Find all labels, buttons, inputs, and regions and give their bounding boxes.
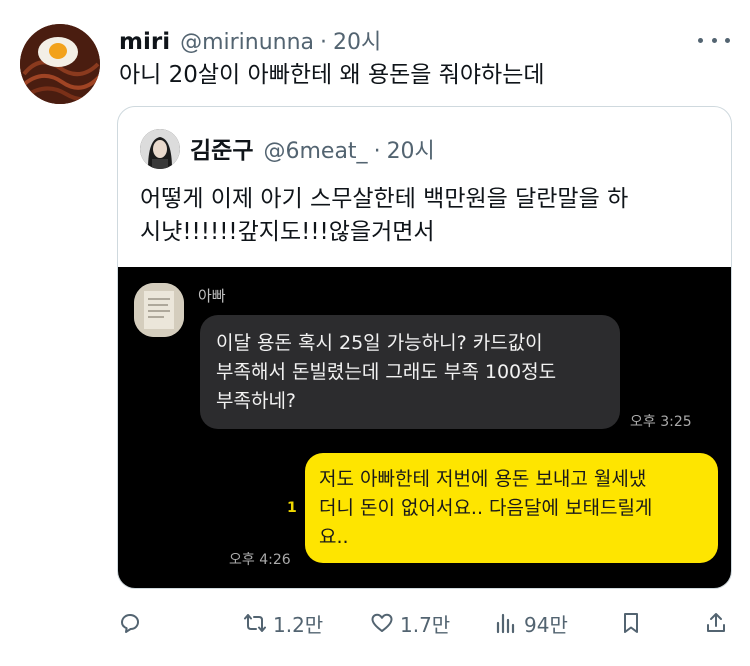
incoming-message-line: 이달 용돈 혹시 25일 가능하니? 카드값이: [216, 332, 543, 354]
user-handle[interactable]: @mirinunna: [180, 30, 314, 55]
outgoing-message-line: 더니 돈이 없어서요.. 다음달에 보태드릴게: [319, 497, 653, 519]
share-button[interactable]: [704, 606, 728, 640]
reply-icon: [121, 614, 139, 633]
avatar-image: [20, 24, 100, 104]
outgoing-message-line: 요..: [319, 526, 349, 548]
tweet-action-bar: 1.2만 1.7만 94만: [0, 606, 750, 640]
tweet-time[interactable]: 20시: [333, 24, 381, 56]
tweet-header: miri @mirinunna · 20시: [119, 24, 381, 56]
more-dot: [711, 37, 717, 43]
bookmark-button[interactable]: [619, 606, 643, 640]
chat-screenshot-image[interactable]: 아빠 이달 용돈 혹시 25일 가능하니? 카드값이 부족해서 돈빌렸는데 그래…: [118, 267, 731, 588]
more-dot: [725, 37, 730, 43]
chat-sender-name: 아빠: [198, 287, 226, 305]
incoming-message-line: 부족해서 돈빌렸는데 그래도 부족 100정도: [216, 361, 557, 383]
display-name[interactable]: miri: [119, 29, 170, 55]
incoming-message-line: 부족하네?: [216, 390, 297, 412]
outgoing-message-line: 저도 아빠한테 저번에 용돈 보내고 월세냈: [319, 468, 647, 490]
chat-sender-avatar-image: [134, 283, 184, 337]
retweet-icon: [244, 614, 266, 632]
like-button[interactable]: 1.7만: [370, 606, 450, 640]
incoming-message-bubble: 이달 용돈 혹시 25일 가능하니? 카드값이 부족해서 돈빌렸는데 그래도 부…: [200, 315, 620, 429]
heart-icon: [371, 613, 393, 632]
views-icon: [496, 613, 515, 634]
chat-sender-avatar: [134, 283, 184, 337]
quote-avatar-image: [140, 129, 180, 169]
more-options-icon[interactable]: [698, 30, 730, 50]
quote-text: 어떻게 이제 아기 스무살한테 백만원을 달란말을 하 시냣!!!!!!갚지도!…: [140, 183, 720, 249]
quote-display-name[interactable]: 김준구: [190, 131, 253, 165]
tweet-text: 아니 20살이 아빠한테 왜 용돈을 줘야하는데: [119, 62, 545, 88]
more-dot: [698, 37, 703, 43]
reply-button[interactable]: [118, 606, 142, 640]
separator-dot: ·: [373, 139, 381, 164]
quote-header: 김준구 @6meat_ · 20시: [190, 131, 435, 165]
outgoing-message-time: 오후 4:26: [229, 552, 291, 568]
unread-count: 1: [287, 500, 297, 516]
views-button[interactable]: 94만: [494, 606, 568, 640]
like-count: 1.7만: [400, 612, 451, 637]
outgoing-message-bubble: 저도 아빠한테 저번에 용돈 보내고 월세냈 더니 돈이 없어서요.. 다음달에…: [305, 453, 718, 563]
retweet-count: 1.2만: [273, 612, 324, 637]
separator-dot: ·: [320, 30, 328, 55]
bookmark-icon: [624, 613, 638, 633]
quote-text-line: 어떻게 이제 아기 스무살한테 백만원을 달란말을 하: [140, 186, 629, 212]
quote-time: 20시: [386, 139, 435, 164]
quote-text-line: 시냣!!!!!!갚지도!!!않을거면서: [140, 219, 435, 245]
incoming-message-time: 오후 3:25: [630, 414, 692, 430]
quote-tweet-card[interactable]: 김준구 @6meat_ · 20시 어떻게 이제 아기 스무살한테 백만원을 달…: [117, 106, 732, 589]
tweet[interactable]: miri @mirinunna · 20시 아니 20살이 아빠한테 왜 용돈을…: [0, 0, 750, 666]
avatar[interactable]: [20, 24, 100, 104]
views-count: 94만: [524, 612, 568, 637]
quote-user-handle[interactable]: @6meat_: [263, 139, 367, 164]
retweet-button[interactable]: 1.2만: [243, 606, 323, 640]
share-icon: [707, 613, 725, 632]
quote-avatar[interactable]: [140, 129, 180, 169]
